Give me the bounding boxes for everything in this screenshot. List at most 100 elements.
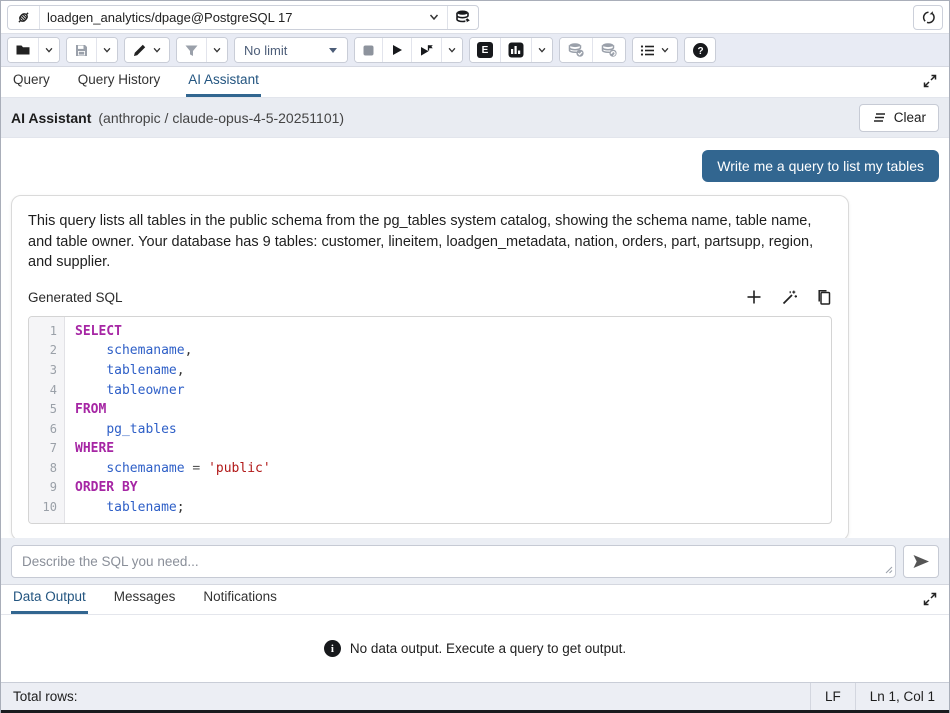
explain-icon: E	[477, 42, 493, 58]
query-tool-window: loadgen_analytics/dpage@PostgreSQL 17	[0, 0, 950, 713]
prompt-input-row	[1, 538, 949, 584]
explain-menu-button[interactable]	[532, 38, 552, 62]
refresh-icon	[921, 10, 936, 25]
chat-message-list[interactable]: Write me a query to list my tables This …	[1, 138, 949, 538]
tab-query[interactable]: Query	[11, 66, 52, 97]
total-rows-label: Total rows:	[13, 689, 78, 704]
list-icon	[640, 44, 655, 57]
play-flag-icon	[419, 43, 434, 58]
assistant-response-text: This query lists all tables in the publi…	[12, 196, 848, 277]
filter-icon	[184, 43, 199, 58]
database-new-icon	[455, 9, 471, 25]
chevron-down-icon	[660, 45, 670, 55]
save-menu-button[interactable]	[97, 38, 117, 62]
ai-model-label: (anthropic / claude-opus-4-5-20251101)	[98, 110, 344, 126]
refresh-layout-button[interactable]	[913, 5, 943, 30]
filter-group	[176, 37, 228, 63]
connection-bar: loadgen_analytics/dpage@PostgreSQL 17	[1, 1, 949, 34]
clear-button-label: Clear	[894, 110, 926, 125]
rollback-button[interactable]	[593, 38, 625, 62]
cursor-position: Ln 1, Col 1	[855, 683, 949, 710]
output-tabbar: Data Output Messages Notifications	[1, 584, 949, 614]
filter-button[interactable]	[177, 38, 207, 62]
execute-button[interactable]	[383, 38, 412, 62]
new-connection-button[interactable]	[448, 6, 478, 29]
tab-data-output[interactable]: Data Output	[11, 583, 88, 614]
explain-analyze-icon	[508, 42, 524, 58]
data-output-panel: i No data output. Execute a query to get…	[1, 614, 949, 682]
open-file-button[interactable]	[8, 38, 39, 62]
tab-messages[interactable]: Messages	[112, 583, 178, 614]
connection-group: loadgen_analytics/dpage@PostgreSQL 17	[7, 5, 479, 30]
no-data-message: No data output. Execute a query to get o…	[350, 641, 626, 656]
edit-group	[124, 37, 170, 63]
generated-sql-actions	[746, 289, 832, 306]
help-button[interactable]: ?	[685, 38, 715, 62]
folder-icon	[15, 42, 31, 58]
prompt-input-wrap	[11, 545, 896, 578]
commit-button[interactable]	[560, 38, 593, 62]
chevron-down-icon	[428, 11, 440, 23]
connection-name: loadgen_analytics/dpage@PostgreSQL 17	[47, 10, 292, 25]
eol-indicator[interactable]: LF	[810, 683, 855, 710]
edit-button[interactable]	[125, 38, 169, 62]
help-icon: ?	[692, 42, 709, 59]
limit-group: No limit	[234, 37, 348, 63]
chevron-down-icon	[152, 45, 162, 55]
chevron-down-icon	[102, 45, 112, 55]
explain-button[interactable]: E	[470, 38, 501, 62]
expand-output-button[interactable]	[923, 592, 937, 609]
connection-selector[interactable]: loadgen_analytics/dpage@PostgreSQL 17	[40, 6, 448, 29]
ai-assistant-title: AI Assistant	[11, 110, 91, 126]
ai-chat-panel: Write me a query to list my tables This …	[1, 138, 949, 584]
filter-menu-button[interactable]	[207, 38, 227, 62]
editor-tabbar: Query Query History AI Assistant	[1, 67, 949, 97]
chevron-down-icon	[537, 45, 547, 55]
tab-ai-assistant[interactable]: AI Assistant	[186, 66, 261, 97]
file-group	[7, 37, 60, 63]
execute-menu-button[interactable]	[442, 38, 462, 62]
generated-sql-block[interactable]: 12345678910 SELECT schemaname, tablename…	[28, 316, 832, 524]
open-file-menu-button[interactable]	[39, 38, 59, 62]
generated-sql-label: Generated SQL	[28, 290, 123, 305]
execute-script-button[interactable]	[412, 38, 442, 62]
execute-group	[354, 37, 463, 63]
stop-icon	[362, 44, 375, 57]
sql-gutter: 12345678910	[29, 317, 65, 523]
chevron-down-icon	[212, 45, 222, 55]
connected-plug-icon	[15, 9, 32, 26]
chevron-down-icon	[44, 45, 54, 55]
insert-sql-button[interactable]	[746, 289, 762, 305]
play-icon	[390, 43, 404, 57]
save-button[interactable]	[67, 38, 97, 62]
expand-icon	[923, 592, 937, 606]
expand-panel-button[interactable]	[923, 74, 937, 91]
transaction-group	[559, 37, 626, 63]
tab-query-history[interactable]: Query History	[76, 66, 163, 97]
sql-code: SELECT schemaname, tablename, tableowner…	[65, 317, 831, 523]
magic-wand-button[interactable]	[781, 289, 798, 306]
row-limit-select[interactable]: No limit	[235, 38, 347, 62]
stop-button[interactable]	[355, 38, 383, 62]
connection-status-button[interactable]	[8, 6, 40, 29]
copy-sql-button[interactable]	[817, 289, 832, 306]
clear-chat-button[interactable]: Clear	[859, 104, 939, 132]
save-icon	[74, 43, 89, 58]
row-limit-value: No limit	[244, 43, 287, 58]
help-group: ?	[684, 37, 716, 63]
svg-text:?: ?	[697, 46, 703, 57]
save-group	[66, 37, 118, 63]
status-right: LF Ln 1, Col 1	[810, 683, 949, 710]
explain-group: E	[469, 37, 553, 63]
send-icon	[912, 554, 930, 569]
prompt-input[interactable]	[11, 545, 896, 578]
explain-analyze-button[interactable]	[501, 38, 532, 62]
send-prompt-button[interactable]	[903, 545, 939, 578]
generated-sql-header: Generated SQL	[12, 277, 848, 314]
macros-button[interactable]	[633, 38, 677, 62]
caret-down-icon	[328, 46, 338, 54]
tab-notifications[interactable]: Notifications	[201, 583, 279, 614]
user-message-row: Write me a query to list my tables	[1, 138, 949, 182]
pencil-icon	[132, 43, 147, 58]
query-toolbar: No limit E	[1, 34, 949, 67]
